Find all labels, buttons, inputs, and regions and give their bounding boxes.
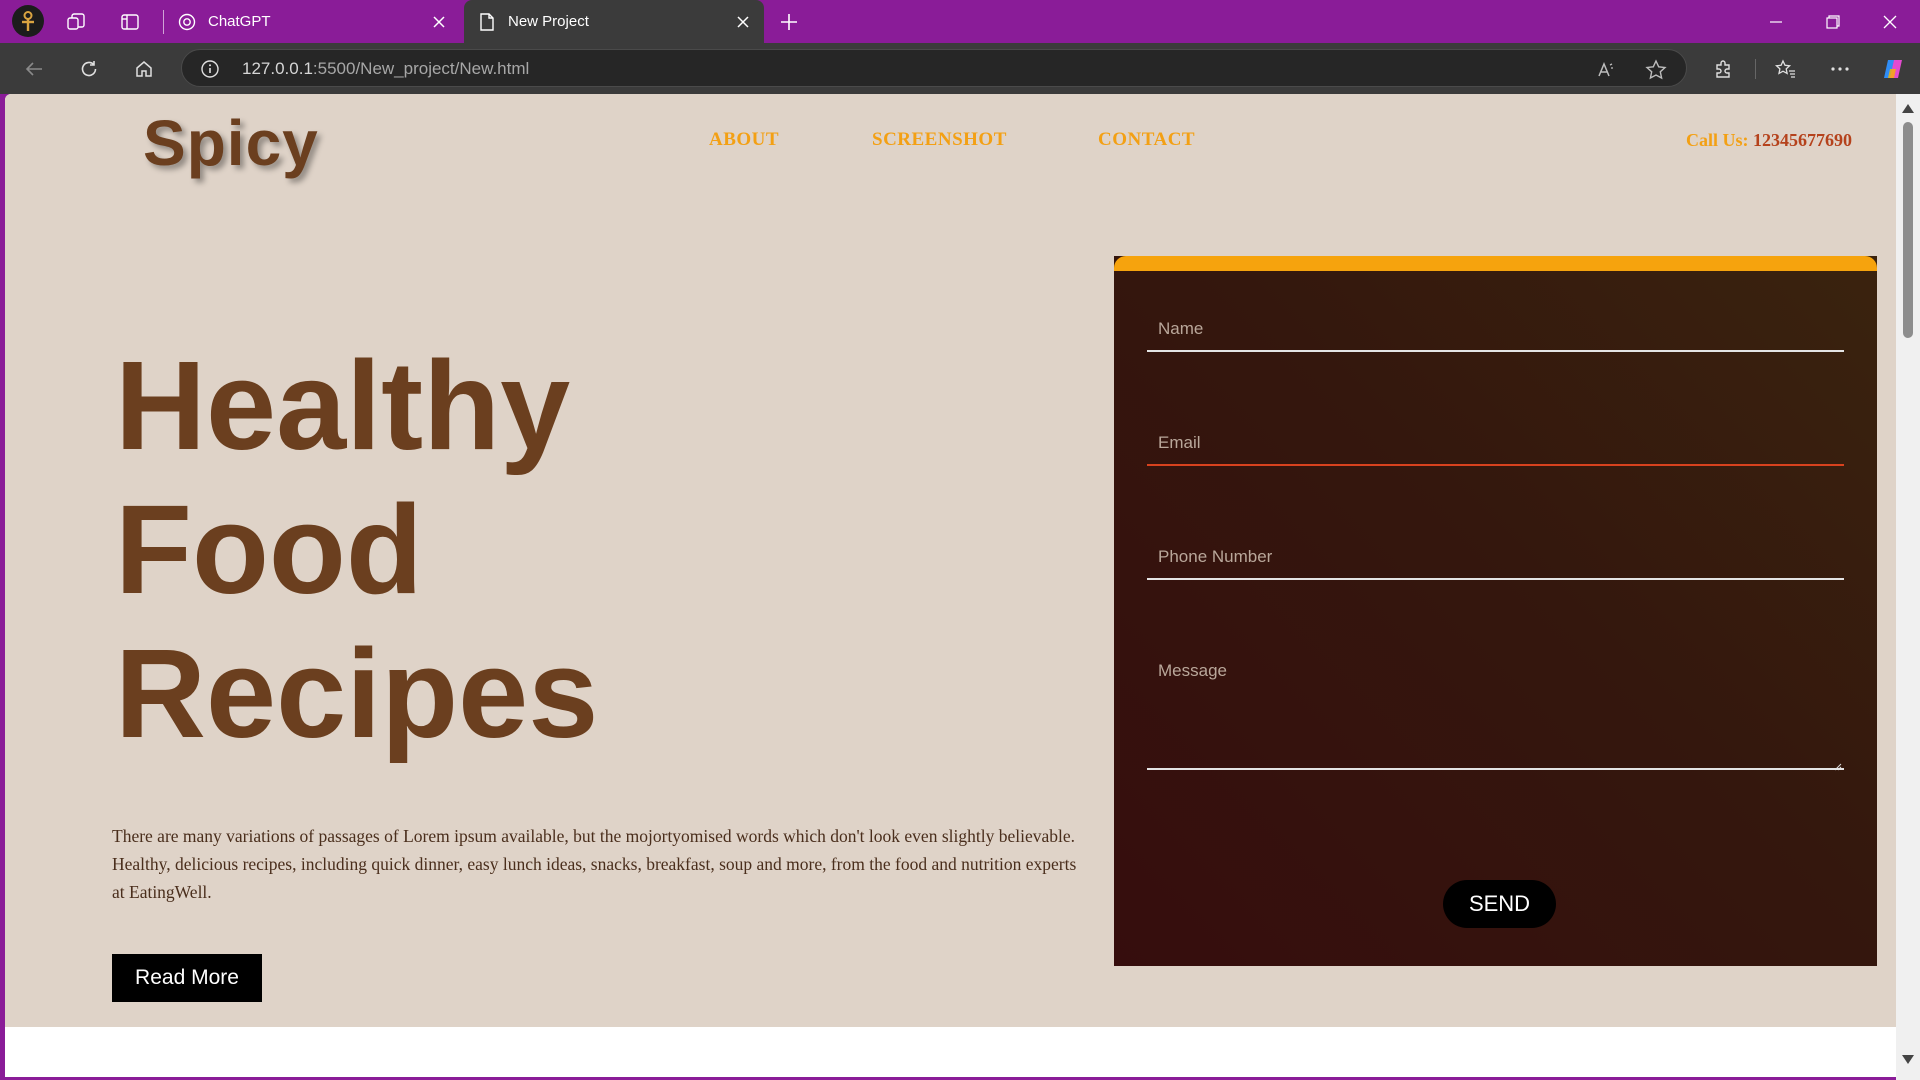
- call-us: Call Us: 12345677690: [1686, 130, 1852, 151]
- close-tab-icon[interactable]: [428, 11, 450, 33]
- page-scrollbar[interactable]: [1896, 94, 1920, 1080]
- site-logo[interactable]: Spicy: [143, 106, 319, 180]
- headline-line: Recipes: [115, 623, 599, 764]
- hero-headline: Healthy Food Recipes: [115, 334, 598, 766]
- address-bar[interactable]: 127.0.0.1:5500/New_project/New.html: [181, 49, 1687, 87]
- home-icon[interactable]: [127, 52, 161, 86]
- resize-grip-icon[interactable]: [1834, 758, 1842, 771]
- tab-chatgpt[interactable]: ChatGPT: [164, 0, 460, 43]
- page-icon: [478, 12, 496, 31]
- favorite-star-icon[interactable]: [1645, 59, 1667, 81]
- call-us-label: Call Us:: [1686, 130, 1749, 150]
- favorites-list-icon[interactable]: [1770, 54, 1800, 84]
- scroll-down-arrow-icon[interactable]: [1902, 1055, 1914, 1064]
- read-aloud-icon[interactable]: [1595, 59, 1617, 81]
- vertical-tabs-icon[interactable]: [114, 6, 146, 38]
- send-button[interactable]: SEND: [1443, 880, 1556, 928]
- browser-toolbar: 127.0.0.1:5500/New_project/New.html: [0, 43, 1920, 94]
- tab-title: New Project: [508, 13, 589, 30]
- close-window-icon[interactable]: [1867, 6, 1913, 38]
- email-placeholder: Email: [1158, 433, 1201, 452]
- message-underline: [1147, 768, 1844, 770]
- email-field[interactable]: Email: [1147, 426, 1844, 466]
- headline-line: Food: [115, 479, 423, 620]
- nav-link-screenshot[interactable]: SCREENSHOT: [872, 129, 1007, 151]
- url-text[interactable]: 127.0.0.1:5500/New_project/New.html: [242, 50, 529, 88]
- copilot-icon[interactable]: [1878, 54, 1908, 84]
- page-viewport: Spicy ABOUT SCREENSHOT CONTACT Call Us: …: [5, 94, 1896, 1077]
- nav-link-contact[interactable]: CONTACT: [1098, 129, 1195, 151]
- restore-icon[interactable]: [1810, 6, 1856, 38]
- phone-number: 12345677690: [1753, 130, 1852, 150]
- back-arrow-icon[interactable]: [17, 52, 51, 86]
- scroll-thumb[interactable]: [1903, 122, 1913, 338]
- phone-underline: [1147, 578, 1844, 580]
- name-field[interactable]: Name: [1147, 312, 1844, 352]
- phone-placeholder: Phone Number: [1158, 547, 1273, 566]
- workspaces-icon[interactable]: [60, 6, 92, 38]
- openai-icon: [178, 13, 196, 31]
- nav-link-about[interactable]: ABOUT: [709, 129, 779, 151]
- extensions-puzzle-icon[interactable]: [1709, 54, 1739, 84]
- email-underline: [1147, 464, 1844, 466]
- hero-section: Spicy ABOUT SCREENSHOT CONTACT Call Us: …: [5, 94, 1896, 1027]
- minimize-icon[interactable]: [1753, 6, 1799, 38]
- read-more-button[interactable]: Read More: [112, 954, 262, 1002]
- phone-field[interactable]: Phone Number: [1147, 540, 1844, 580]
- tab-new-project[interactable]: New Project: [464, 0, 764, 43]
- url-path: :5500/New_project/New.html: [312, 59, 530, 78]
- message-textarea[interactable]: Message: [1147, 654, 1844, 771]
- url-host: 127.0.0.1: [242, 59, 313, 78]
- browser-tab-bar: ChatGPT New Project: [0, 0, 1920, 43]
- contact-form: Name Email Phone Number Message SEND: [1114, 256, 1877, 966]
- toolbar-separator: [1755, 59, 1756, 79]
- more-options-icon[interactable]: [1825, 54, 1855, 84]
- new-tab-plus-icon[interactable]: [776, 9, 802, 35]
- profile-avatar-icon[interactable]: [12, 5, 44, 37]
- tab-title: ChatGPT: [208, 13, 271, 30]
- name-underline: [1147, 350, 1844, 352]
- refresh-icon[interactable]: [72, 52, 106, 86]
- scroll-up-arrow-icon[interactable]: [1902, 104, 1914, 113]
- form-accent-bar: [1114, 256, 1877, 271]
- message-placeholder: Message: [1158, 661, 1227, 680]
- close-tab-icon[interactable]: [732, 11, 754, 33]
- name-placeholder: Name: [1158, 319, 1204, 338]
- site-info-icon[interactable]: [200, 59, 220, 79]
- hero-description: There are many variations of passages of…: [112, 826, 1077, 902]
- headline-line: Healthy: [115, 335, 571, 476]
